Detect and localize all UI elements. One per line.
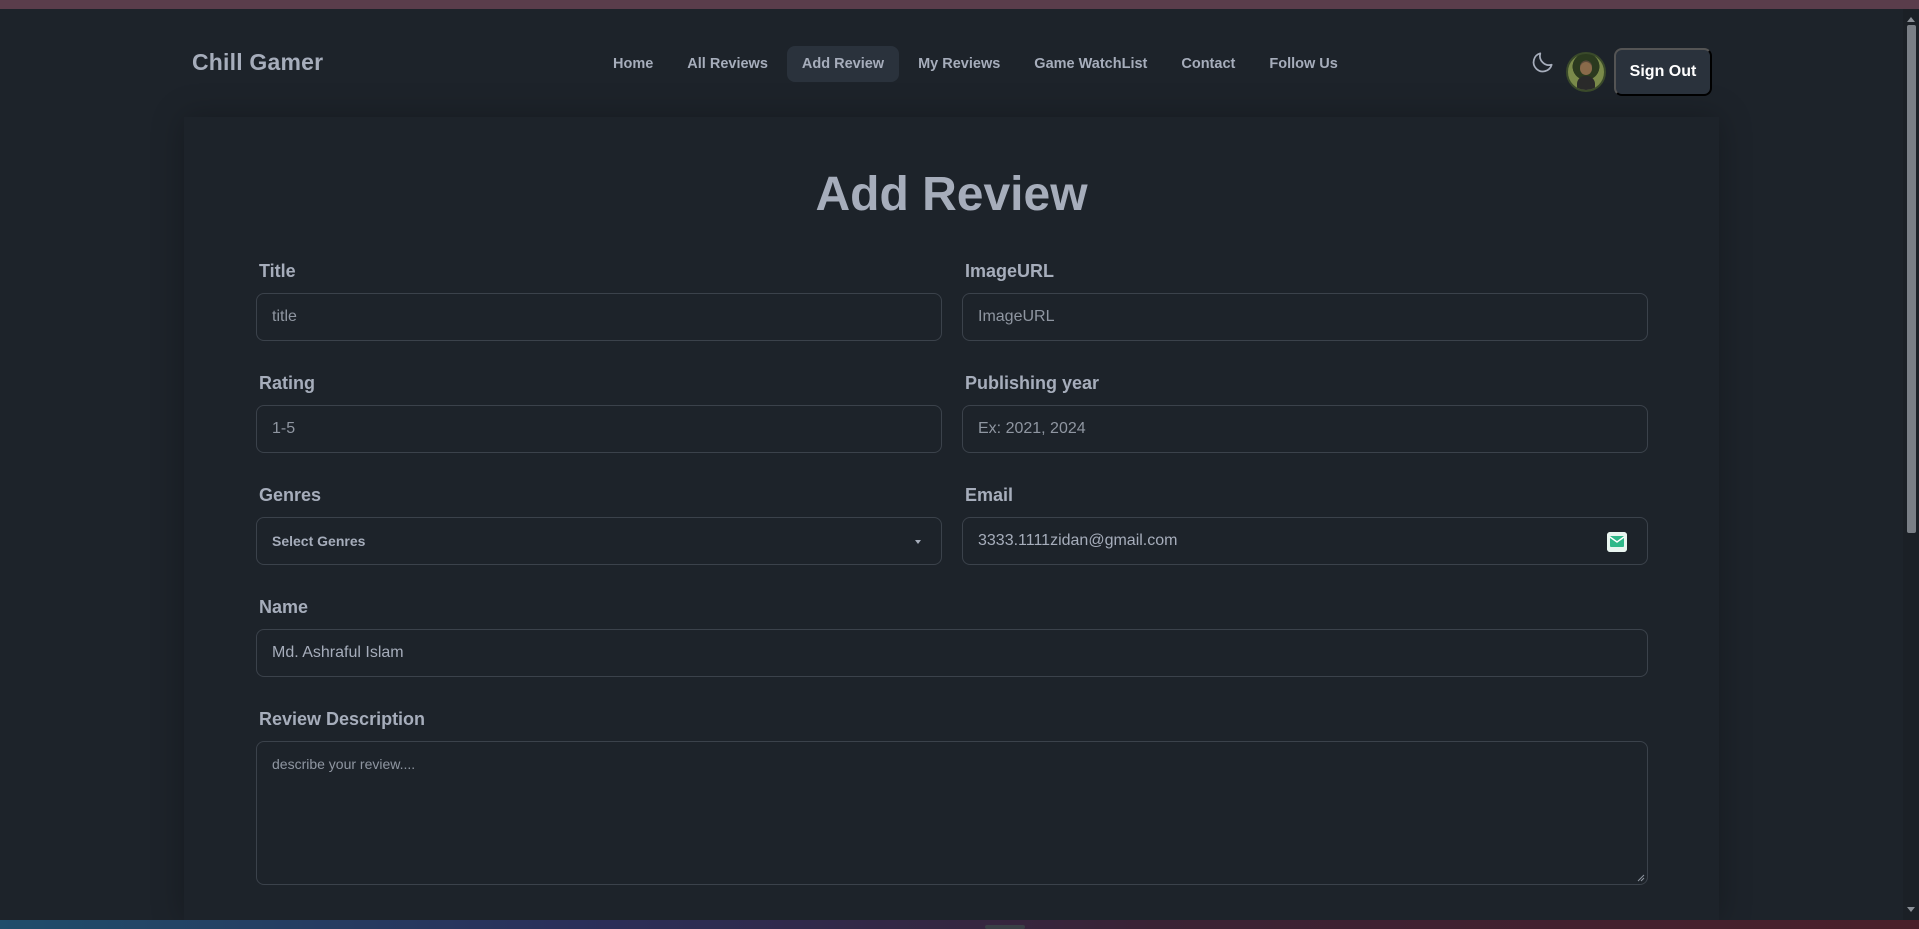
- title-input[interactable]: title: [256, 293, 942, 341]
- avatar-head: [1580, 62, 1592, 75]
- name-input[interactable]: Md. Ashraful Islam: [256, 629, 1648, 677]
- nav-item-add-review[interactable]: Add Review: [786, 46, 900, 82]
- scroll-down-arrow-icon[interactable]: [1907, 907, 1915, 912]
- scroll-up-arrow-icon[interactable]: [1907, 17, 1915, 22]
- rating-placeholder: 1-5: [272, 420, 296, 437]
- taskbar-indicator: [985, 925, 1025, 929]
- nav-item-all-reviews[interactable]: All Reviews: [672, 46, 783, 82]
- avatar-body: [1577, 76, 1595, 90]
- user-avatar[interactable]: [1566, 52, 1606, 92]
- scrollbar-thumb[interactable]: [1907, 25, 1916, 533]
- image-url-input[interactable]: ImageURL: [962, 293, 1648, 341]
- browser-top-strip: [0, 0, 1919, 9]
- nav-menu: Home All Reviews Add Review My Reviews G…: [598, 46, 1353, 82]
- rating-label: Rating: [259, 373, 315, 393]
- description-label: Review Description: [259, 709, 426, 729]
- email-value: 3333.1111zidan@gmail.com: [978, 532, 1178, 549]
- resize-handle-icon[interactable]: [1637, 874, 1645, 882]
- image-url-placeholder: ImageURL: [978, 308, 1055, 325]
- publishing-year-input[interactable]: Ex: 2021, 2024: [962, 405, 1648, 453]
- title-placeholder: title: [272, 308, 297, 325]
- genres-selected: Select Genres: [272, 533, 366, 549]
- autofill-mail-icon[interactable]: [1607, 532, 1627, 552]
- name-value: Md. Ashraful Islam: [272, 644, 404, 661]
- nav-item-game-watchlist[interactable]: Game WatchList: [1019, 46, 1162, 82]
- genres-select[interactable]: Select Genres: [256, 517, 942, 565]
- nav-item-follow-us[interactable]: Follow Us: [1254, 46, 1352, 82]
- nav-item-home[interactable]: Home: [598, 46, 668, 82]
- navbar: Chill Gamer Home All Reviews Add Review …: [0, 9, 1903, 117]
- moon-icon[interactable]: [1530, 49, 1556, 75]
- site-logo[interactable]: Chill Gamer: [192, 49, 323, 76]
- publishing-year-label: Publishing year: [965, 373, 1100, 393]
- taskbar-strip: [0, 920, 1919, 929]
- publishing-year-placeholder: Ex: 2021, 2024: [978, 420, 1086, 437]
- nav-item-my-reviews[interactable]: My Reviews: [903, 46, 1015, 82]
- title-label: Title: [259, 261, 296, 281]
- chevron-down-icon: [915, 540, 921, 544]
- name-label: Name: [259, 597, 309, 617]
- page-title: Add Review: [815, 168, 1088, 221]
- email-label: Email: [965, 485, 1014, 505]
- genres-label: Genres: [259, 485, 322, 505]
- page-scrollbar[interactable]: [1903, 9, 1919, 920]
- email-input[interactable]: 3333.1111zidan@gmail.com: [962, 517, 1648, 565]
- description-textarea[interactable]: describe your review....: [256, 741, 1648, 885]
- nav-item-contact[interactable]: Contact: [1166, 46, 1250, 82]
- description-placeholder: describe your review....: [272, 756, 416, 772]
- image-url-label: ImageURL: [965, 261, 1055, 281]
- sign-out-button[interactable]: Sign Out: [1614, 48, 1712, 96]
- rating-input[interactable]: 1-5: [256, 405, 942, 453]
